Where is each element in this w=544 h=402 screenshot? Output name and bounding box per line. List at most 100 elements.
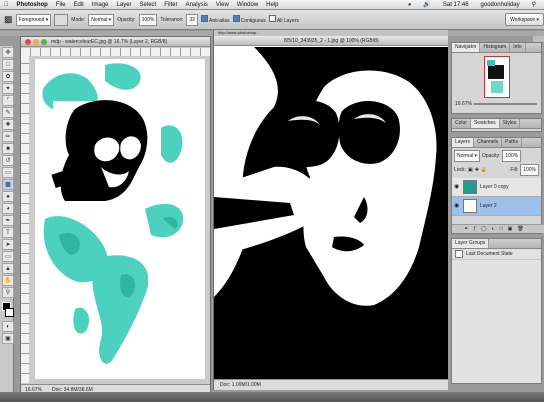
menu-image[interactable]: Image — [88, 0, 113, 10]
lock-all-icon[interactable]: 🔒 — [481, 167, 487, 173]
link-layers-icon[interactable]: ⚭ — [464, 226, 468, 232]
document-tab-label[interactable]: http://www.photoshop... — [218, 30, 260, 35]
minimize-icon[interactable] — [33, 39, 39, 45]
magic-wand-tool-icon[interactable]: ✦ — [2, 83, 14, 94]
healing-tool-icon[interactable]: ✚ — [2, 119, 14, 130]
paint-bucket-icon[interactable]: ▩ — [4, 14, 13, 25]
menu-window[interactable]: Window — [233, 0, 262, 10]
history-brush-tool-icon[interactable]: ↺ — [2, 155, 14, 166]
volume-icon[interactable]: 🔊 — [419, 0, 434, 10]
mode-select[interactable]: Normal ▾ — [88, 13, 115, 26]
menu-file[interactable]: File — [52, 0, 70, 10]
menu-photoshop[interactable]: Photoshop — [13, 0, 52, 10]
color-panel: Color Swatches Styles — [451, 118, 542, 132]
new-group-icon[interactable]: □ — [500, 226, 503, 232]
user-name[interactable]: goodonholiday — [477, 0, 524, 10]
tab-layer-groups[interactable]: Layer Groups — [452, 239, 490, 248]
navigator-zoom[interactable]: 16.67% — [455, 101, 472, 107]
path-select-tool-icon[interactable]: ➤ — [2, 239, 14, 250]
watercolour-artwork — [42, 63, 184, 364]
quick-mask-icon[interactable]: ◐ — [2, 321, 14, 332]
lock-label: Lock: — [454, 167, 466, 173]
fill-source-select[interactable]: Foreground ▾ — [15, 13, 52, 26]
paint-bucket-tool-icon[interactable]: ▩ — [2, 179, 14, 190]
layer-row[interactable]: ◉ Layer 0 copy — [452, 178, 541, 197]
shape-tool-icon[interactable]: ▭ — [2, 251, 14, 262]
spotlight-icon[interactable]: ⚲ — [528, 0, 540, 10]
all-layers-checkbox[interactable]: All Layers — [268, 15, 299, 24]
blend-mode-select[interactable]: Normal ▾ — [454, 150, 481, 162]
tab-histogram[interactable]: Histogram — [480, 43, 511, 52]
menu-select[interactable]: Select — [136, 0, 161, 10]
hand-tool-icon[interactable]: ✋ — [2, 275, 14, 286]
opacity-field[interactable]: 100% — [138, 13, 158, 26]
fill-label: Fill: — [510, 167, 519, 173]
lock-position-icon[interactable]: ✚ — [475, 167, 479, 173]
navigator-thumbnail[interactable] — [483, 56, 510, 98]
document-window-watercolour: mdp - watercolourEC.jpg @ 16.7% (Layer 2… — [20, 36, 211, 396]
workspace-button[interactable]: Workspace ▾ — [505, 13, 544, 26]
pattern-swatch[interactable] — [54, 13, 69, 26]
menu-help[interactable]: Help — [262, 0, 282, 10]
marquee-tool-icon[interactable]: □ — [2, 59, 14, 70]
tab-navigator[interactable]: Navigator — [452, 43, 481, 52]
brush-tool-icon[interactable]: ✏ — [2, 131, 14, 142]
blur-tool-icon[interactable]: ● — [2, 191, 14, 202]
layer-opacity-label: Opacity: — [482, 153, 501, 159]
move-tool-icon[interactable]: ✜ — [2, 47, 14, 58]
screen-mode-icon[interactable]: ▣ — [2, 333, 14, 344]
layer-row[interactable]: ◉ Layer 2 — [452, 197, 541, 216]
3d-tool-icon[interactable]: ▲ — [2, 263, 14, 274]
clock[interactable]: Sat 17:46 — [439, 0, 473, 10]
new-layer-icon[interactable]: ▣ — [508, 226, 513, 232]
lock-pixels-icon[interactable]: ▣ — [468, 167, 473, 173]
antialias-checkbox[interactable]: Anti-alias — [201, 15, 230, 24]
tab-info[interactable]: Info — [510, 43, 526, 52]
stamp-tool-icon[interactable]: ■ — [2, 143, 14, 154]
document-title: 8/5/10_343935_2 - 1.jpg @ 100% (RGB/8) — [284, 38, 379, 44]
tab-styles[interactable]: Styles — [500, 119, 521, 128]
document-canvas[interactable] — [35, 59, 205, 379]
layers-panel: Layers Channels Paths Normal ▾ Opacity: … — [451, 137, 544, 234]
dodge-tool-icon[interactable]: ◕ — [2, 203, 14, 214]
tolerance-label: Tolerance: — [160, 16, 184, 23]
pen-tool-icon[interactable]: ✒ — [2, 215, 14, 226]
layer-mask-icon[interactable]: ◯ — [481, 226, 487, 232]
tab-paths[interactable]: Paths — [502, 138, 522, 147]
history-entry[interactable]: Last Document State — [452, 249, 541, 260]
tab-layers[interactable]: Layers — [452, 138, 475, 147]
fill-field[interactable]: 100% — [520, 164, 539, 176]
layer-opacity-field[interactable]: 100% — [502, 150, 522, 162]
zoom-tool-icon[interactable]: ⚲ — [2, 287, 14, 298]
opacity-label: Opacity: — [117, 16, 136, 23]
tab-swatches[interactable]: Swatches — [470, 119, 500, 128]
document-size: Doc: 1.00M/1.00M — [220, 382, 261, 388]
menu-layer[interactable]: Layer — [113, 0, 136, 10]
background-color-swatch[interactable] — [5, 308, 14, 317]
menu-analysis[interactable]: Analysis — [182, 0, 212, 10]
visibility-eye-icon[interactable]: ◉ — [454, 203, 460, 209]
document-title-bar: mdp - watercolourEC.jpg @ 16.7% (Layer 2… — [21, 37, 210, 47]
lasso-tool-icon[interactable]: ✿ — [2, 71, 14, 82]
menu-view[interactable]: View — [212, 0, 233, 10]
layer-style-icon[interactable]: ƒ — [473, 226, 476, 232]
crop-tool-icon[interactable]: ⌜ — [2, 95, 14, 106]
close-icon[interactable] — [25, 39, 31, 45]
contiguous-checkbox[interactable]: Contiguous — [232, 15, 266, 24]
document-canvas[interactable] — [214, 47, 448, 379]
tab-channels[interactable]: Channels — [474, 138, 503, 147]
apple-icon[interactable]:  — [0, 0, 13, 10]
adjustment-layer-icon[interactable]: ◐ — [492, 226, 495, 232]
tab-color[interactable]: Color — [452, 119, 471, 128]
menu-filter[interactable]: Filter — [160, 0, 181, 10]
trash-icon[interactable]: 🗑 — [517, 226, 523, 232]
zoom-slider[interactable] — [473, 103, 537, 105]
type-tool-icon[interactable]: T — [2, 227, 14, 238]
menu-edit[interactable]: Edit — [70, 0, 88, 10]
zoom-window-icon[interactable] — [41, 39, 47, 45]
eraser-tool-icon[interactable]: ▭ — [2, 167, 14, 178]
visibility-eye-icon[interactable]: ◉ — [454, 184, 460, 190]
tolerance-field[interactable]: 32 — [186, 13, 198, 26]
wifi-icon[interactable]: ◕ — [404, 0, 416, 10]
eyedropper-tool-icon[interactable]: ✎ — [2, 107, 14, 118]
